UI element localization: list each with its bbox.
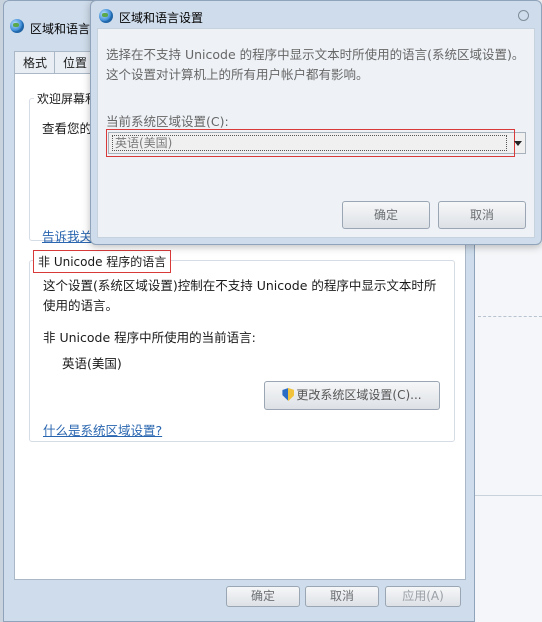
region-language-settings-dialog: 区域和语言设置 选择在不支持 Unicode 的程序中显示文本时所使用的语言(系… bbox=[90, 0, 542, 245]
system-locale-label: 当前系统区域设置(C): bbox=[106, 114, 229, 129]
window-title: 区域和语言 bbox=[30, 22, 91, 36]
system-locale-select[interactable]: 英语(美国) bbox=[106, 129, 526, 157]
dialog-cancel-button[interactable]: 取消 bbox=[438, 201, 526, 229]
background-divider-dashed bbox=[478, 316, 542, 317]
dialog-description: 选择在不支持 Unicode 的程序中显示文本时所使用的语言(系统区域设置)。这… bbox=[106, 47, 525, 82]
dialog-content: 选择在不支持 Unicode 的程序中显示文本时所使用的语言(系统区域设置)。这… bbox=[97, 28, 535, 238]
dialog-title: 区域和语言设置 bbox=[119, 11, 204, 25]
dialog-ok-button[interactable]: 确定 bbox=[342, 201, 430, 229]
non-unicode-description: 这个设置(系统区域设置)控制在不支持 Unicode 的程序中显示文本时所使用的… bbox=[43, 278, 437, 313]
current-language-label: 非 Unicode 程序中所使用的当前语言: bbox=[43, 330, 256, 345]
chevron-down-icon[interactable] bbox=[514, 141, 522, 146]
close-icon[interactable] bbox=[518, 10, 529, 21]
apply-button[interactable]: 应用(A) bbox=[385, 586, 461, 607]
system-locale-selected-value: 英语(美国) bbox=[112, 135, 507, 151]
welcome-help-link[interactable]: 告诉我关 bbox=[42, 226, 92, 245]
globe-icon bbox=[10, 19, 24, 33]
shield-icon bbox=[282, 388, 295, 401]
cancel-button[interactable]: 取消 bbox=[305, 586, 379, 607]
welcome-group-text: 查看您的 bbox=[42, 121, 93, 136]
system-locale-help-link[interactable]: 什么是系统区域设置? bbox=[43, 420, 162, 439]
dialog-globe-icon bbox=[99, 9, 113, 23]
tab-formats[interactable]: 格式 bbox=[14, 51, 57, 73]
non-unicode-group-caption: 非 Unicode 程序的语言 bbox=[33, 250, 172, 273]
current-language-value: 英语(美国) bbox=[62, 356, 122, 371]
change-system-locale-label: 更改系统区域设置(C)... bbox=[296, 388, 422, 402]
ok-button[interactable]: 确定 bbox=[226, 586, 300, 607]
background-divider bbox=[472, 495, 542, 496]
change-system-locale-button[interactable]: 更改系统区域设置(C)... bbox=[264, 381, 440, 410]
